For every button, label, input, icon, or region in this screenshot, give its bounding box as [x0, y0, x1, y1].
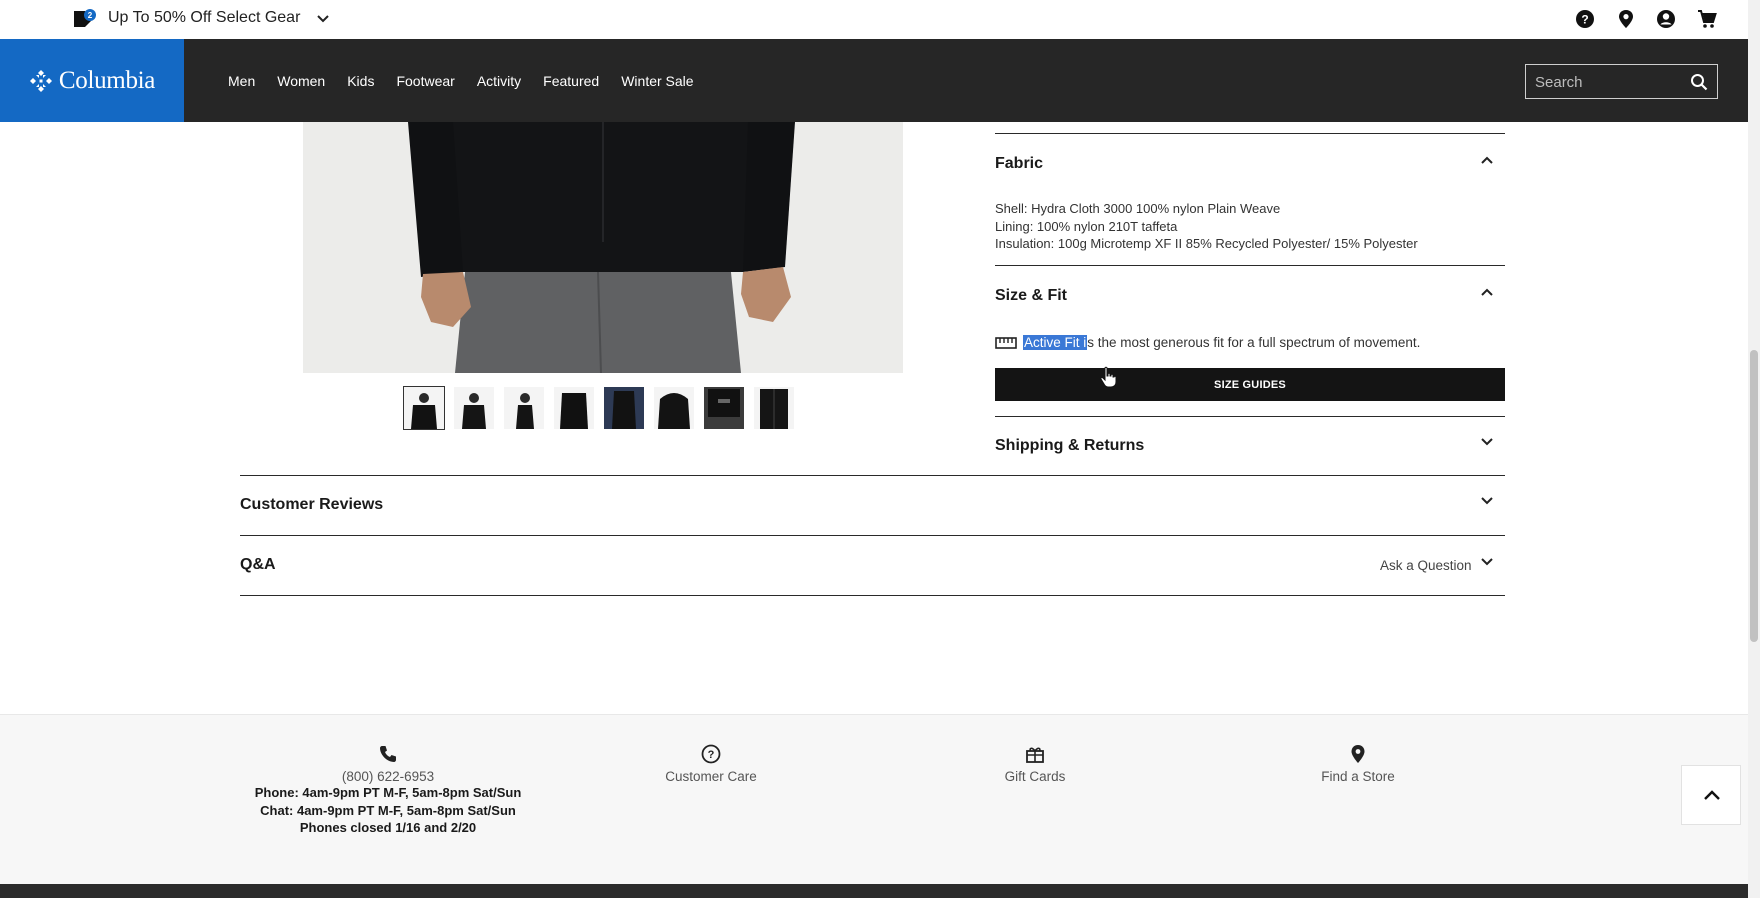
- footer-customer-care[interactable]: ? Customer Care: [631, 743, 791, 784]
- sale-tag-icon: 2: [74, 9, 96, 27]
- columbia-diamond-icon: [29, 69, 52, 92]
- svg-text:?: ?: [708, 749, 715, 761]
- footer-find-store[interactable]: Find a Store: [1278, 743, 1438, 784]
- phone-hours: Phone: 4am-9pm PT M-F, 5am-8pm Sat/Sun: [254, 785, 522, 800]
- product-main-image[interactable]: [303, 122, 903, 373]
- thumbnail-4[interactable]: [554, 387, 594, 429]
- fabric-accordion-title[interactable]: Fabric: [995, 155, 1043, 173]
- divider: [240, 595, 1505, 596]
- phone-number[interactable]: (800) 622-6953: [248, 769, 528, 784]
- chevron-up-icon[interactable]: [1480, 155, 1494, 165]
- footer-dark-strip: [0, 884, 1748, 898]
- chat-hours: Chat: 4am-9pm PT M-F, 5am-8pm Sat/Sun: [260, 802, 516, 818]
- divider: [995, 265, 1505, 266]
- chevron-down-icon[interactable]: [1480, 437, 1494, 447]
- thumbnail-6[interactable]: [654, 387, 694, 429]
- phones-closed-note: Phones closed 1/16 and 2/20: [299, 820, 477, 835]
- divider: [240, 475, 1505, 476]
- help-icon[interactable]: ?: [1574, 8, 1596, 30]
- account-icon[interactable]: [1655, 8, 1677, 30]
- nav-item-kids[interactable]: Kids: [347, 73, 374, 89]
- nav-item-footwear[interactable]: Footwear: [396, 73, 454, 89]
- thumbnail-2[interactable]: [454, 387, 494, 429]
- fabric-lining: Lining: 100% nylon 210T taffeta: [995, 218, 1178, 234]
- fabric-shell: Shell: Hydra Cloth 3000 100% nylon Plain…: [995, 201, 1281, 216]
- site-header: Columbia Men Women Kids Footwear Activit…: [0, 39, 1748, 122]
- thumbnail-3[interactable]: [504, 387, 544, 429]
- chevron-up-icon[interactable]: [1480, 287, 1494, 297]
- brand-name: Columbia: [58, 66, 156, 94]
- location-icon[interactable]: [1615, 8, 1637, 30]
- main-nav: Men Women Kids Footwear Activity Feature…: [228, 39, 716, 122]
- phone-icon: [380, 746, 396, 762]
- footer-phone: (800) 622-6953 Phone: 4am-9pm PT M-F, 5a…: [248, 743, 528, 837]
- search-icon[interactable]: [1690, 73, 1708, 91]
- footer-gift-cards[interactable]: Gift Cards: [955, 743, 1115, 784]
- size-fit-accordion-title[interactable]: Size & Fit: [995, 287, 1067, 305]
- search-box: [1525, 64, 1718, 99]
- size-guides-button[interactable]: SIZE GUIDES: [995, 368, 1505, 401]
- jacket-model-image: [303, 122, 903, 373]
- back-to-top-button[interactable]: [1681, 765, 1741, 825]
- shipping-returns-accordion-title[interactable]: Shipping & Returns: [995, 437, 1144, 455]
- nav-item-featured[interactable]: Featured: [543, 73, 599, 89]
- svg-text:?: ?: [1581, 13, 1588, 27]
- fit-highlight: Active Fit i: [1023, 335, 1088, 350]
- nav-item-winter-sale[interactable]: Winter Sale: [621, 73, 693, 89]
- thumbnail-5[interactable]: [604, 387, 644, 429]
- promo-bar: 2 Up To 50% Off Select Gear: [0, 0, 1748, 39]
- thumbnail-7[interactable]: [704, 387, 744, 429]
- cart-icon[interactable]: [1696, 8, 1718, 30]
- ask-question-link[interactable]: Ask a Question: [1380, 558, 1472, 573]
- nav-item-activity[interactable]: Activity: [477, 73, 521, 89]
- page-scrollbar[interactable]: [1748, 0, 1760, 898]
- hand-cursor-icon: [1100, 366, 1116, 388]
- qa-accordion-title[interactable]: Q&A: [240, 556, 276, 574]
- fabric-insulation: Insulation: 100g Microtemp XF II 85% Rec…: [995, 236, 1418, 251]
- chevron-up-icon: [1704, 790, 1720, 800]
- location-pin-icon: [1351, 745, 1365, 763]
- nav-item-men[interactable]: Men: [228, 73, 255, 89]
- thumbnail-1[interactable]: [403, 386, 445, 430]
- scrollbar-thumb[interactable]: [1750, 350, 1758, 642]
- question-circle-icon: ?: [701, 744, 721, 764]
- footer-contact-bar: (800) 622-6953 Phone: 4am-9pm PT M-F, 5a…: [0, 714, 1748, 884]
- fit-description: Active Fit is the most generous fit for …: [995, 335, 1420, 350]
- promo-badge-count: 2: [88, 11, 93, 20]
- customer-reviews-accordion-title[interactable]: Customer Reviews: [240, 496, 383, 514]
- nav-item-women[interactable]: Women: [277, 73, 325, 89]
- thumbnail-strip: [403, 386, 794, 430]
- ruler-icon: [995, 336, 1017, 349]
- fit-text: s the most generous fit for a full spect…: [1087, 335, 1421, 350]
- gift-icon: [1026, 747, 1044, 763]
- search-input[interactable]: [1535, 71, 1685, 93]
- thumbnail-8[interactable]: [754, 387, 794, 429]
- divider: [995, 416, 1505, 417]
- chevron-down-icon[interactable]: [1480, 496, 1494, 506]
- chevron-down-icon[interactable]: [316, 10, 330, 28]
- columbia-logo[interactable]: Columbia: [0, 39, 184, 122]
- chevron-down-icon[interactable]: [1480, 557, 1494, 567]
- fabric-details: Shell: Hydra Cloth 3000 100% nylon Plain…: [995, 200, 1418, 253]
- divider: [240, 535, 1505, 536]
- promo-text[interactable]: Up To 50% Off Select Gear: [108, 9, 300, 27]
- find-store-label[interactable]: Find a Store: [1278, 769, 1438, 784]
- customer-care-label[interactable]: Customer Care: [631, 769, 791, 784]
- gift-cards-label[interactable]: Gift Cards: [955, 769, 1115, 784]
- divider: [995, 133, 1505, 134]
